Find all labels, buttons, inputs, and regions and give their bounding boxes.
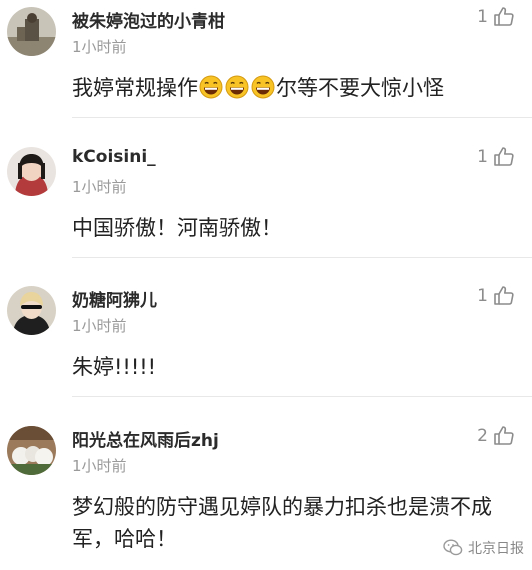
grinning-face-emoji: [251, 75, 275, 99]
username[interactable]: 被朱婷泡过的小青柑: [72, 7, 225, 32]
timestamp: 1小时前: [72, 457, 127, 475]
grinning-face-emoji: [225, 75, 249, 99]
timestamp: 1小时前: [72, 38, 127, 56]
comment-text-part: 尔等不要大惊小怪: [276, 76, 444, 100]
like-count: 1: [477, 7, 488, 27]
like-button[interactable]: 1: [477, 145, 516, 169]
divider: [72, 257, 532, 258]
avatar[interactable]: [7, 147, 56, 196]
username[interactable]: 奶糖阿狒儿: [72, 286, 157, 311]
watermark: 北京日报: [443, 538, 524, 558]
avatar[interactable]: [7, 7, 56, 56]
avatar[interactable]: [7, 426, 56, 475]
comment-feed: 被朱婷泡过的小青柑 1小时前 1 我婷常规操作 尔等不要大惊小怪 kCoisin…: [0, 0, 532, 570]
comment-item: 奶糖阿狒儿 1小时前 1 朱婷!!!!!: [0, 279, 532, 397]
comment-item: kCoisini_ 1小时前 1 中国骄傲！河南骄傲！: [0, 140, 532, 258]
comment-text-part: 我婷常规操作: [72, 76, 198, 100]
comment-text: 我婷常规操作 尔等不要大惊小怪: [72, 72, 516, 104]
comment-item: 被朱婷泡过的小青柑 1小时前 1 我婷常规操作 尔等不要大惊小怪: [0, 0, 532, 118]
like-count: 1: [477, 147, 488, 167]
like-count: 1: [477, 286, 488, 306]
like-button[interactable]: 1: [477, 284, 516, 308]
timestamp: 1小时前: [72, 178, 127, 196]
divider: [72, 396, 532, 397]
username[interactable]: 阳光总在风雨后zhj: [72, 426, 219, 451]
username[interactable]: kCoisini_: [72, 147, 156, 167]
like-button[interactable]: 1: [477, 5, 516, 29]
thumbs-up-icon: [492, 424, 516, 448]
comment-text: 朱婷!!!!!: [72, 355, 157, 379]
timestamp: 1小时前: [72, 317, 127, 335]
grinning-face-emoji: [199, 75, 223, 99]
like-button[interactable]: 2: [477, 424, 516, 448]
thumbs-up-icon: [492, 284, 516, 308]
divider: [72, 117, 532, 118]
like-count: 2: [477, 426, 488, 446]
watermark-label: 北京日报: [468, 541, 524, 557]
avatar[interactable]: [7, 286, 56, 335]
thumbs-up-icon: [492, 5, 516, 29]
wechat-icon: [443, 538, 463, 558]
comment-text: 中国骄傲！河南骄傲！: [72, 216, 282, 240]
thumbs-up-icon: [492, 145, 516, 169]
